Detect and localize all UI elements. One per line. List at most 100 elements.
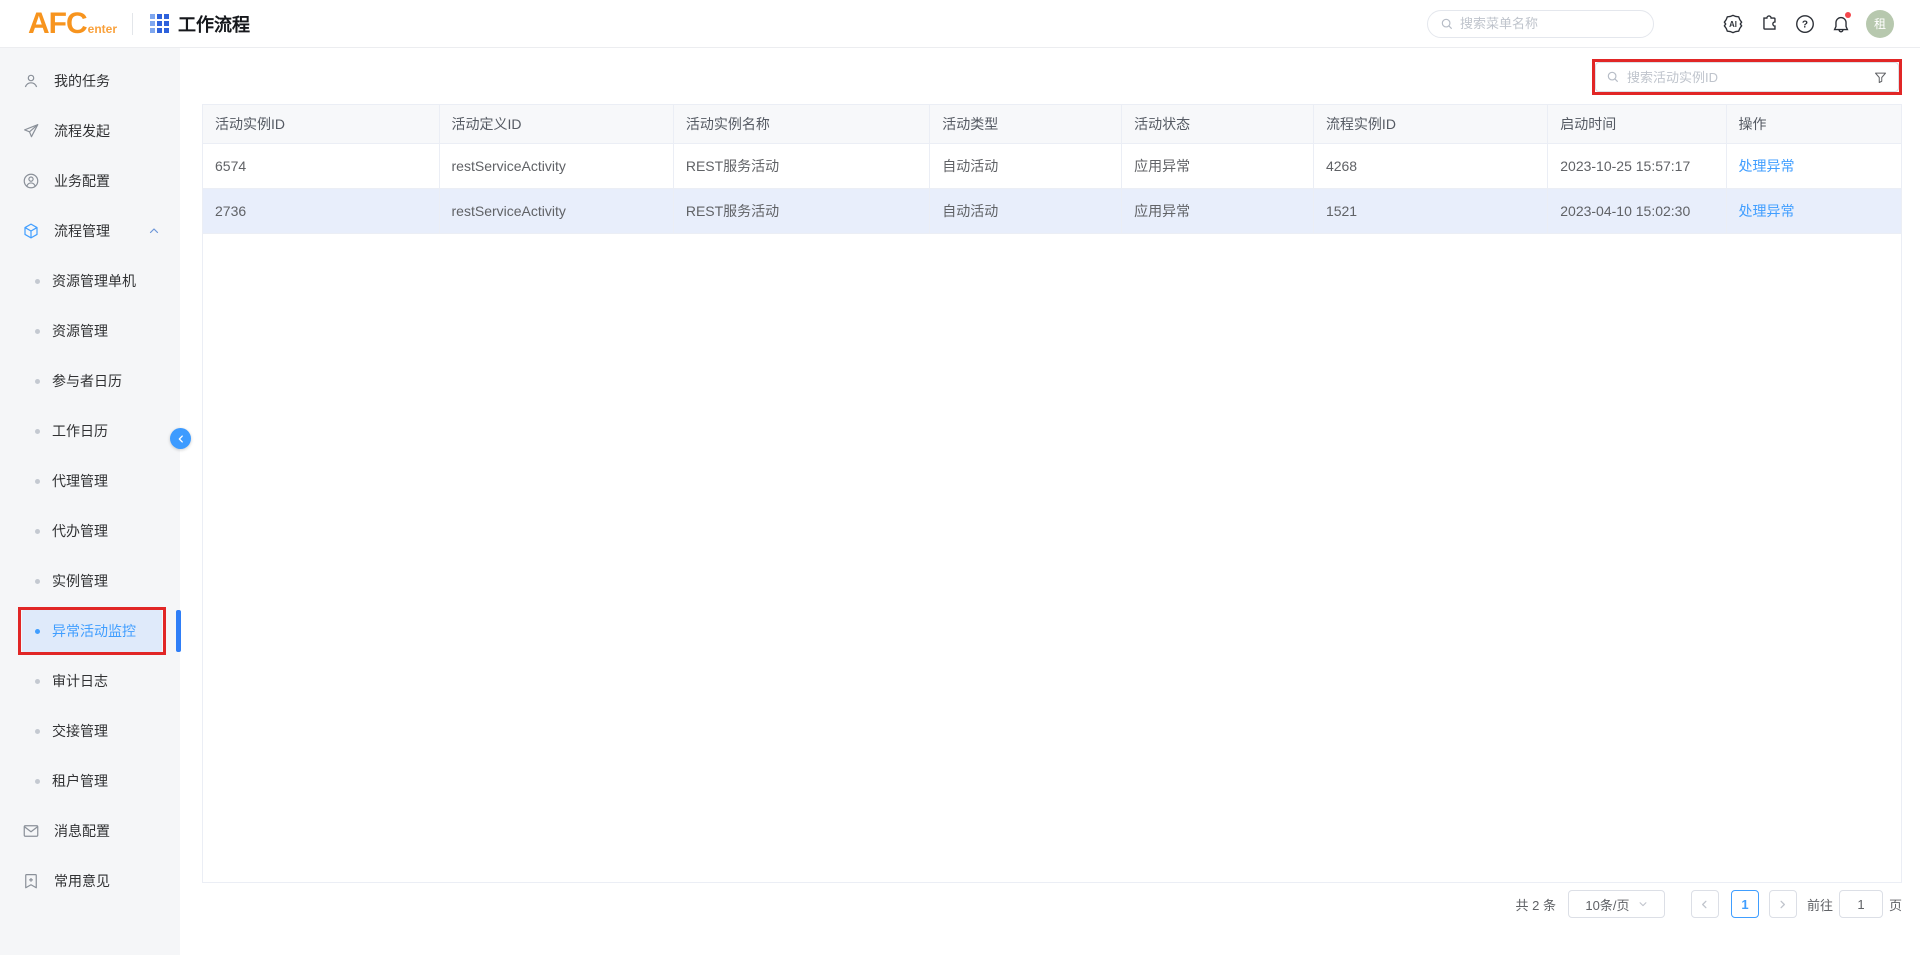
chevron-left-icon <box>1699 899 1710 910</box>
activity-search-input[interactable] <box>1627 70 1866 85</box>
menu-search-input[interactable] <box>1460 16 1641 31</box>
sidebar-subitem-todo-management[interactable]: 代办管理 <box>0 506 180 556</box>
cell-activity-name: REST服务活动 <box>673 143 929 188</box>
sidebar-subitem-tenant-management[interactable]: 租户管理 <box>0 756 180 806</box>
avatar-initial: 租 <box>1874 15 1886 32</box>
sidebar-subitem-label: 交接管理 <box>52 721 108 741</box>
goto-page-input[interactable] <box>1839 890 1883 918</box>
table-row[interactable]: 6574 restServiceActivity REST服务活动 自动活动 应… <box>203 143 1901 188</box>
sidebar-item-label: 流程管理 <box>54 221 134 241</box>
pagination-bar: 共 2 条 10条/页 1 前往 页 <box>202 883 1902 925</box>
sidebar-subitem-resource-standalone[interactable]: 资源管理单机 <box>0 256 180 306</box>
sidebar-item-process-management[interactable]: 流程管理 <box>0 206 180 256</box>
cell-activity-status: 应用异常 <box>1122 188 1314 233</box>
bullet-dot <box>35 579 40 584</box>
page-number-button[interactable]: 1 <box>1731 890 1759 918</box>
col-header-actions: 操作 <box>1726 105 1901 143</box>
afcenter-logo[interactable]: AFC enter <box>28 9 117 39</box>
menu-search-box[interactable] <box>1427 10 1654 38</box>
cube-icon <box>22 222 40 240</box>
activity-search-box[interactable] <box>1595 62 1899 92</box>
sidebar-item-message-config[interactable]: 消息配置 <box>0 806 180 856</box>
user-circle-icon <box>22 172 40 190</box>
sidebar-item-process-initiate[interactable]: 流程发起 <box>0 106 180 156</box>
sidebar-subitem-label: 资源管理单机 <box>52 271 136 291</box>
table-row[interactable]: 2736 restServiceActivity REST服务活动 自动活动 应… <box>203 188 1901 233</box>
active-item-bar <box>176 610 181 652</box>
bullet-dot <box>35 329 40 334</box>
sidebar-subitem-handover-management[interactable]: 交接管理 <box>0 706 180 756</box>
bullet-dot <box>35 629 40 634</box>
col-header-activity-name: 活动实例名称 <box>673 105 929 143</box>
sidebar-subitem-audit-log[interactable]: 审计日志 <box>0 656 180 706</box>
cell-activity-def-id: restServiceActivity <box>439 188 673 233</box>
notification-bell-icon[interactable] <box>1830 13 1852 35</box>
plugin-puzzle-icon[interactable] <box>1758 13 1780 35</box>
handle-exception-link[interactable]: 处理异常 <box>1739 158 1795 174</box>
sidebar-nav: 我的任务 流程发起 业务配置 流程管理 资源管理单机 资源管理 <box>0 48 180 955</box>
sidebar-subitem-resource-management[interactable]: 资源管理 <box>0 306 180 356</box>
cell-process-instance-id: 4268 <box>1313 143 1547 188</box>
header-divider <box>132 13 133 35</box>
sidebar-subitem-label: 资源管理 <box>52 321 108 341</box>
sidebar-subitem-label: 实例管理 <box>52 571 108 591</box>
sidebar-subitem-work-calendar[interactable]: 工作日历 <box>0 406 180 456</box>
col-header-activity-instance-id: 活动实例ID <box>203 105 439 143</box>
cell-activity-type: 自动活动 <box>930 188 1122 233</box>
sidebar-item-business-config[interactable]: 业务配置 <box>0 156 180 206</box>
user-avatar[interactable]: 租 <box>1866 10 1894 38</box>
cell-activity-name: REST服务活动 <box>673 188 929 233</box>
sidebar-subitem-exception-activity-monitor[interactable]: 异常活动监控 <box>0 606 180 656</box>
prev-page-button[interactable] <box>1691 890 1719 918</box>
filter-funnel-icon[interactable] <box>1873 70 1888 85</box>
goto-label: 前往 <box>1807 895 1833 914</box>
cell-activity-status: 应用异常 <box>1122 143 1314 188</box>
chevron-up-icon <box>148 225 160 237</box>
cell-activity-instance-id: 6574 <box>203 143 439 188</box>
sidebar-subitem-label: 代理管理 <box>52 471 108 491</box>
bullet-dot <box>35 479 40 484</box>
sidebar-item-label: 业务配置 <box>54 171 160 191</box>
page-title: 工作流程 <box>178 11 250 37</box>
user-icon <box>22 72 40 90</box>
annotation-red-box-search <box>1592 59 1902 95</box>
chevron-left-icon <box>176 434 186 444</box>
mail-icon <box>22 822 40 840</box>
sidebar-item-common-opinions[interactable]: 常用意见 <box>0 856 180 906</box>
page-size-select[interactable]: 10条/页 <box>1568 890 1665 918</box>
sidebar-subitem-label: 参与者日历 <box>52 371 122 391</box>
bullet-dot <box>35 379 40 384</box>
table-header-row: 活动实例ID 活动定义ID 活动实例名称 活动类型 活动状态 流程实例ID 启动… <box>203 105 1901 143</box>
logo-text-sub: enter <box>88 22 117 36</box>
sidebar-item-label: 流程发起 <box>54 121 160 141</box>
bullet-dot <box>35 779 40 784</box>
ai-assistant-icon[interactable]: AI <box>1722 13 1744 35</box>
sidebar-collapse-button[interactable] <box>170 428 191 449</box>
sidebar-subitem-label: 租户管理 <box>52 771 108 791</box>
col-header-start-time: 启动时间 <box>1548 105 1726 143</box>
page-size-value: 10条/页 <box>1585 895 1629 914</box>
col-header-activity-type: 活动类型 <box>930 105 1122 143</box>
cell-process-instance-id: 1521 <box>1313 188 1547 233</box>
svg-text:?: ? <box>1802 19 1808 30</box>
sidebar-subitem-label: 审计日志 <box>52 671 108 691</box>
bookmark-plus-icon <box>22 872 40 890</box>
sidebar-subitem-participant-calendar[interactable]: 参与者日历 <box>0 356 180 406</box>
sidebar-item-label: 我的任务 <box>54 71 160 91</box>
next-page-button[interactable] <box>1769 890 1797 918</box>
sidebar-item-my-tasks[interactable]: 我的任务 <box>0 56 180 106</box>
bullet-dot <box>35 279 40 284</box>
cell-start-time: 2023-10-25 15:57:17 <box>1548 143 1726 188</box>
chevron-down-icon <box>1638 899 1648 909</box>
sidebar-subitem-instance-management[interactable]: 实例管理 <box>0 556 180 606</box>
search-icon <box>1440 17 1454 31</box>
help-icon[interactable]: ? <box>1794 13 1816 35</box>
notification-badge-dot <box>1845 12 1851 18</box>
sidebar-item-label: 消息配置 <box>54 821 160 841</box>
bullet-dot <box>35 429 40 434</box>
sidebar-subitem-proxy-management[interactable]: 代理管理 <box>0 456 180 506</box>
handle-exception-link[interactable]: 处理异常 <box>1739 203 1795 219</box>
app-grid-icon[interactable] <box>150 14 169 33</box>
cell-start-time: 2023-04-10 15:02:30 <box>1548 188 1726 233</box>
sidebar-subitem-label: 工作日历 <box>52 421 108 441</box>
